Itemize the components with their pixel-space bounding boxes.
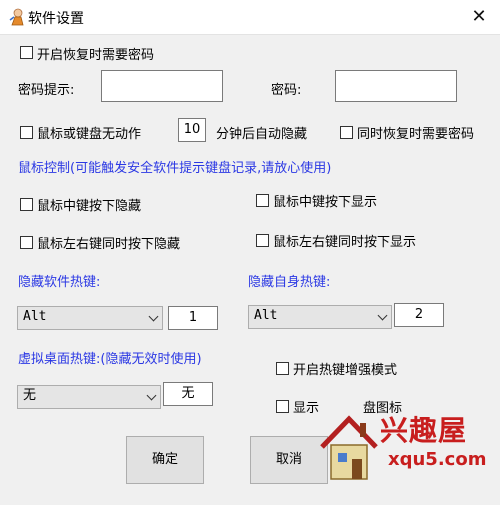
hide-software-key-input[interactable]: 1	[168, 306, 218, 330]
close-icon[interactable]: ✕	[466, 4, 492, 30]
lr-show-checkbox[interactable]	[256, 234, 269, 247]
tray-icon-label-start: 显示	[293, 401, 320, 416]
enhanced-mode-checkbox[interactable]	[276, 362, 289, 375]
middle-show-checkbox[interactable]	[256, 194, 269, 207]
restore-password-checkbox[interactable]	[20, 46, 33, 59]
app-icon	[9, 8, 24, 26]
chevron-down-icon	[146, 390, 157, 401]
password-hint-label: 密码提示:	[18, 83, 75, 98]
hide-self-modifier-value: Alt	[254, 308, 278, 323]
cancel-button[interactable]: 取消	[250, 436, 328, 484]
lr-show-label: 鼠标左右键同时按下显示	[273, 235, 417, 250]
hide-software-hotkey-label: 隐藏软件热键:	[18, 275, 101, 290]
hide-self-key-input[interactable]: 2	[394, 303, 444, 327]
chevron-down-icon	[148, 311, 159, 322]
settings-pane: 开启恢复时需要密码 密码提示: 密码: 鼠标或键盘无动作 10 分钟后自动隐藏 …	[0, 34, 500, 505]
watermark-domain: xqu5.com	[388, 449, 487, 470]
virtual-desktop-modifier-value: 无	[23, 388, 37, 403]
chevron-down-icon	[377, 310, 388, 321]
hide-self-modifier-select[interactable]: Alt	[248, 305, 392, 329]
house-icon	[320, 415, 378, 480]
tray-icon-checkbox[interactable]	[276, 400, 289, 413]
middle-show-label: 鼠标中键按下显示	[273, 195, 378, 210]
virtual-desktop-hotkey-label: 虚拟桌面热键:(隐藏无效时使用)	[18, 352, 202, 367]
restore-also-password-checkbox[interactable]	[340, 126, 353, 139]
lr-hide-checkbox[interactable]	[20, 236, 33, 249]
restore-password-label: 开启恢复时需要密码	[37, 48, 155, 63]
hide-software-modifier-select[interactable]: Alt	[17, 306, 163, 330]
window-title: 软件设置	[28, 11, 84, 27]
ok-button[interactable]: 确定	[126, 436, 204, 484]
middle-hide-label: 鼠标中键按下隐藏	[37, 199, 142, 214]
hide-self-hotkey-label: 隐藏自身热键:	[248, 275, 331, 290]
hide-software-modifier-value: Alt	[23, 309, 47, 324]
idle-hide-label: 鼠标或键盘无动作	[37, 127, 142, 142]
enhanced-mode-label: 开启热键增强模式	[293, 363, 398, 378]
idle-hide-checkbox[interactable]	[20, 126, 33, 139]
restore-also-password-label: 同时恢复时需要密码	[357, 127, 475, 142]
virtual-desktop-key-input[interactable]: 无	[163, 382, 213, 406]
watermark-logo: 兴趣屋 xqu5.com	[318, 387, 500, 503]
password-input[interactable]	[335, 70, 457, 102]
idle-minutes-input[interactable]: 10	[178, 118, 206, 142]
password-label: 密码:	[271, 83, 302, 98]
title-bar: 软件设置 ✕	[0, 0, 500, 34]
password-hint-input[interactable]	[101, 70, 223, 102]
mouse-control-heading: 鼠标控制(可能触发安全软件提示键盘记录,请放心使用)	[18, 161, 332, 176]
idle-minutes-suffix: 分钟后自动隐藏	[216, 127, 308, 142]
watermark-brand: 兴趣屋	[380, 414, 468, 447]
middle-hide-checkbox[interactable]	[20, 198, 33, 211]
virtual-desktop-modifier-select[interactable]: 无	[17, 385, 161, 409]
lr-hide-label: 鼠标左右键同时按下隐藏	[37, 237, 181, 252]
